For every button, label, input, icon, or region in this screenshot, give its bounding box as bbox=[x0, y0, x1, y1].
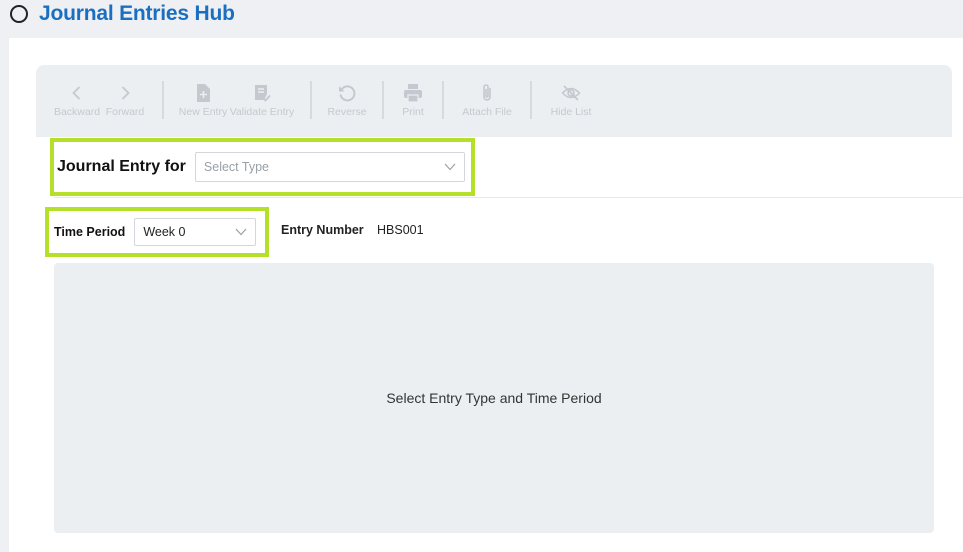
entry-type-select[interactable]: Select Type bbox=[194, 152, 465, 182]
hide-list-button[interactable]: Hide List bbox=[546, 65, 596, 137]
paperclip-icon bbox=[483, 84, 491, 101]
print-label: Print bbox=[402, 106, 424, 118]
hide-list-label: Hide List bbox=[550, 106, 592, 118]
toolbar: Backward Forward New Entry Validate Entr… bbox=[36, 65, 952, 137]
validate-document-icon bbox=[255, 85, 271, 102]
eye-off-icon bbox=[561, 85, 581, 101]
chevron-left-icon bbox=[72, 86, 81, 100]
reverse-label: Reverse bbox=[327, 106, 367, 118]
journal-entry-for-label: Journal Entry for bbox=[57, 158, 186, 175]
new-document-icon bbox=[197, 84, 210, 102]
radio-circle-icon[interactable] bbox=[10, 5, 28, 23]
entry-type-placeholder: Select Type bbox=[203, 160, 269, 174]
reverse-arrow-icon bbox=[339, 85, 356, 102]
section-divider bbox=[54, 197, 963, 198]
chevron-down-icon bbox=[444, 160, 456, 174]
journal-entry-for-row: Journal Entry for Select Type bbox=[50, 138, 475, 196]
validate-entry-button[interactable]: Validate Entry bbox=[228, 65, 296, 137]
page-title: Journal Entries Hub bbox=[39, 2, 235, 25]
entry-number-value: HBS001 bbox=[377, 223, 424, 237]
forward-label: Forward bbox=[105, 106, 145, 118]
reverse-button[interactable]: Reverse bbox=[326, 65, 368, 137]
time-period-label: Time Period bbox=[54, 225, 126, 239]
empty-state-message: Select Entry Type and Time Period bbox=[386, 390, 602, 406]
time-period-value: Week 0 bbox=[143, 225, 186, 239]
print-button[interactable]: Print bbox=[398, 65, 428, 137]
toolbar-separator bbox=[382, 81, 384, 119]
chevron-right-icon bbox=[121, 86, 130, 100]
toolbar-separator bbox=[530, 81, 532, 119]
toolbar-separator bbox=[162, 81, 164, 119]
printer-icon bbox=[404, 84, 422, 103]
attach-file-label: Attach File bbox=[462, 106, 512, 118]
validate-entry-label: Validate Entry bbox=[229, 106, 295, 118]
attach-file-button[interactable]: Attach File bbox=[458, 65, 516, 137]
backward-button[interactable]: Backward bbox=[52, 65, 102, 137]
backward-label: Backward bbox=[53, 106, 101, 118]
main-panel: Backward Forward New Entry Validate Entr… bbox=[9, 38, 963, 552]
chevron-down-icon bbox=[235, 225, 247, 239]
forward-button[interactable]: Forward bbox=[102, 65, 148, 137]
page-header: Journal Entries Hub bbox=[0, 0, 963, 38]
entry-number-label: Entry Number bbox=[281, 223, 364, 237]
time-period-select[interactable]: Week 0 bbox=[134, 218, 257, 246]
toolbar-separator bbox=[310, 81, 312, 119]
entry-content-area: Select Entry Type and Time Period bbox=[54, 263, 934, 533]
time-period-row: Time Period Week 0 bbox=[45, 207, 269, 257]
toolbar-separator bbox=[442, 81, 444, 119]
new-entry-button[interactable]: New Entry bbox=[178, 65, 228, 137]
new-entry-label: New Entry bbox=[178, 106, 228, 118]
